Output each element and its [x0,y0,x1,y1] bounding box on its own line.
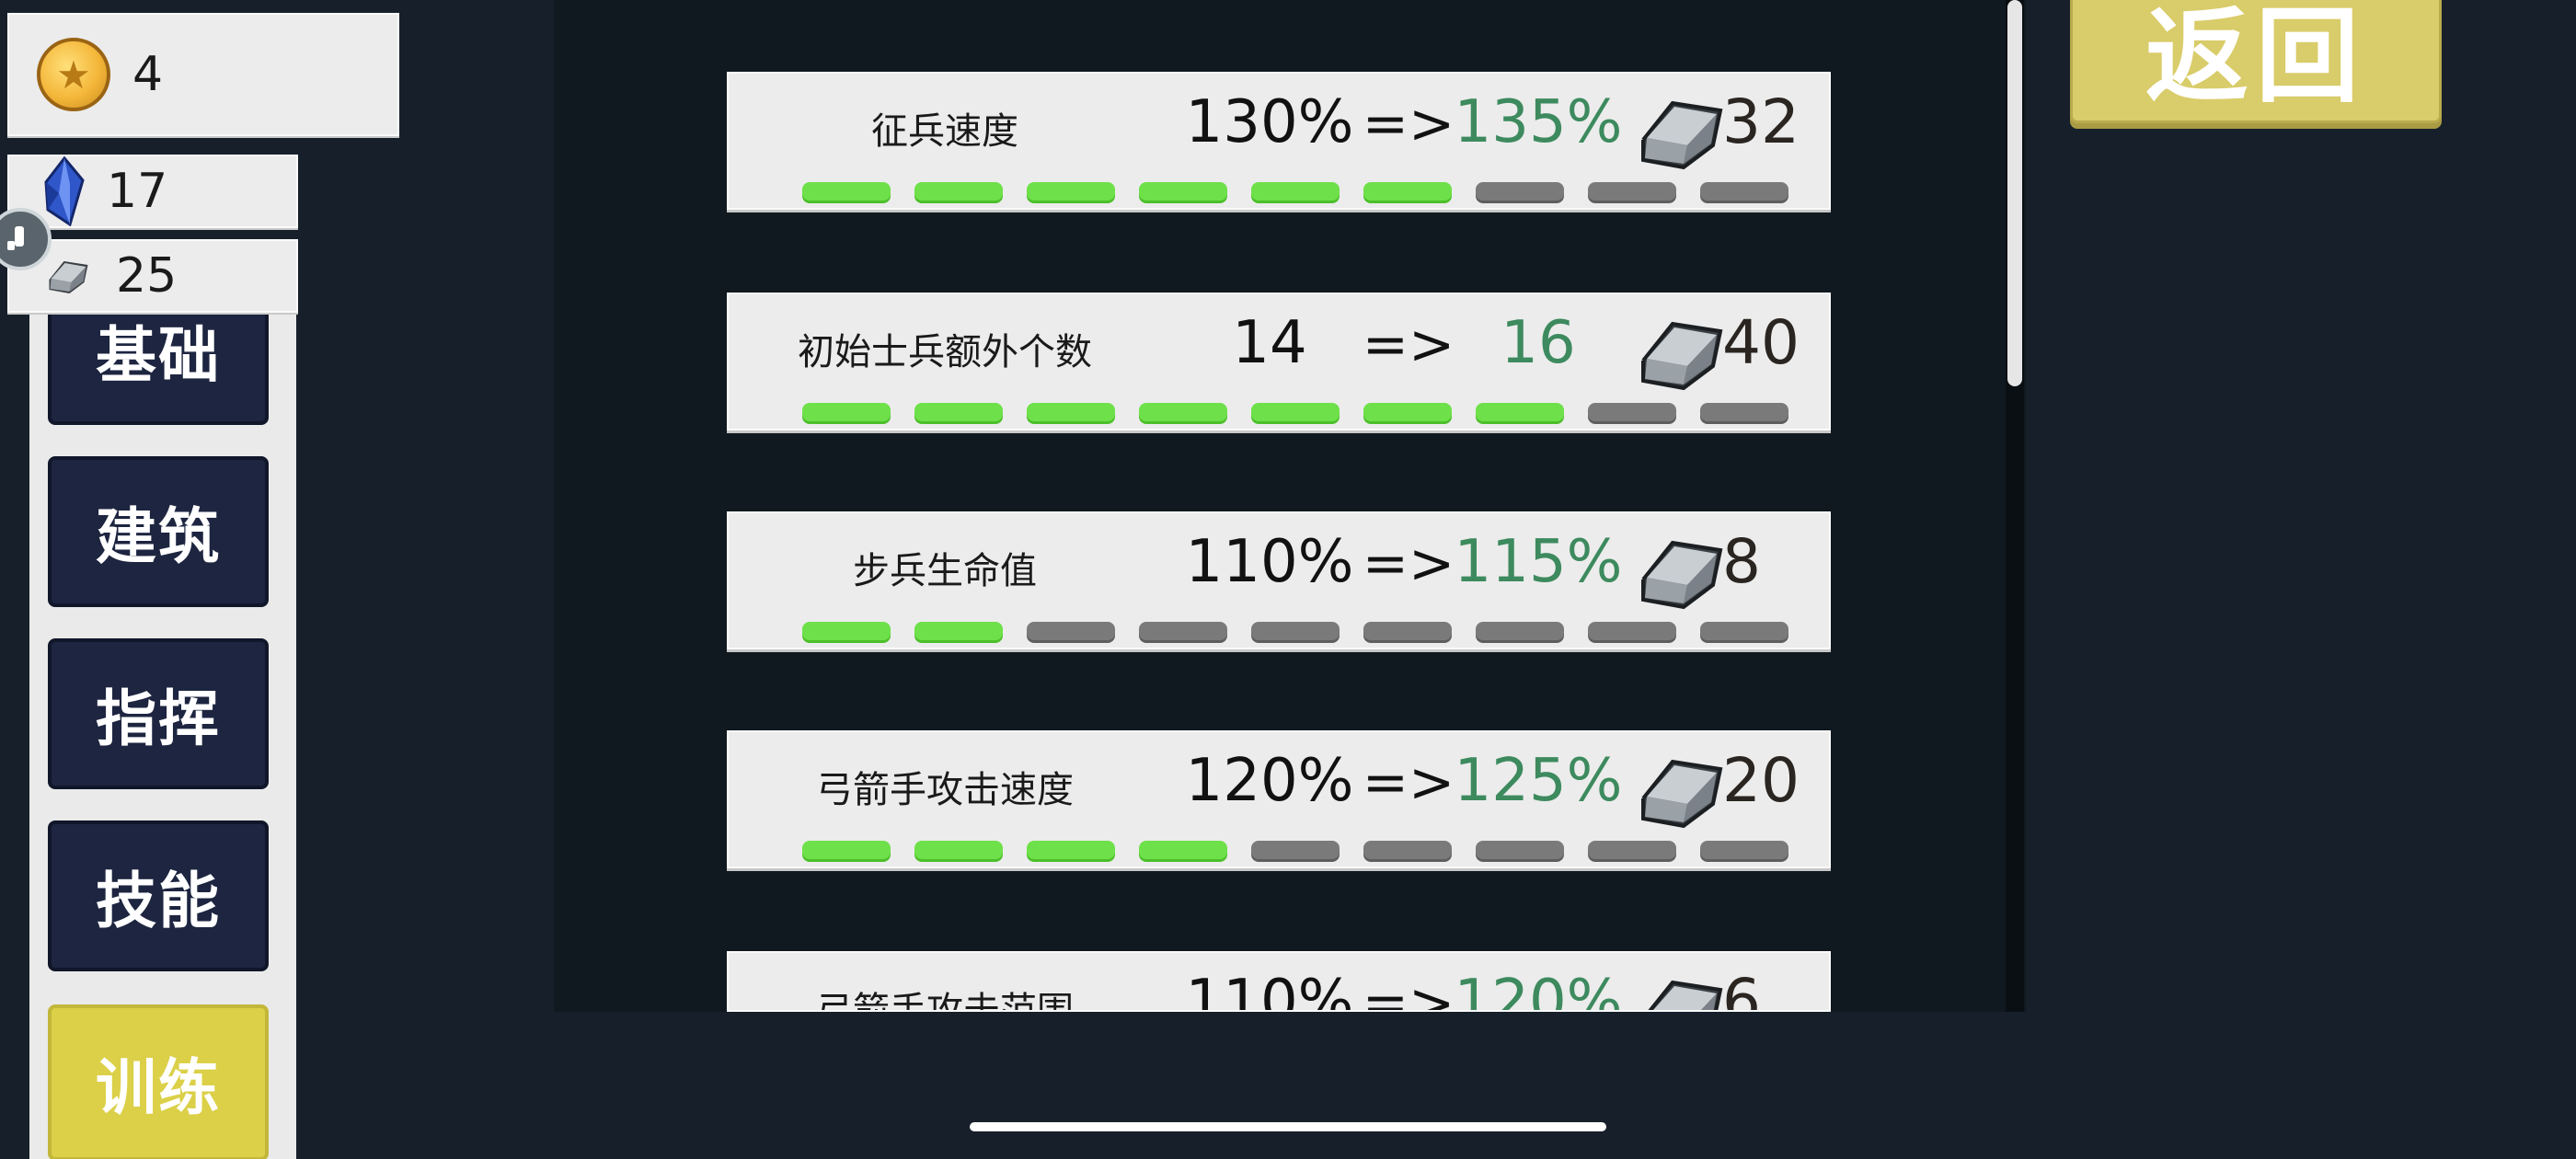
level-pip-filled [914,182,1003,201]
level-pip-empty [1476,182,1564,201]
upgrade-card[interactable]: 步兵生命值 110% => 115% 8 [727,511,1831,649]
upgrade-level-bar [802,622,1788,640]
upgrade-current-value: 120% [1185,747,1354,815]
upgrade-next-value: 16 [1501,309,1576,377]
iron-ingot-icon [1641,321,1723,391]
menu-button-command[interactable]: 指挥 [48,638,269,789]
iron-counter: 25 [7,239,298,313]
level-pip-empty [1363,622,1452,640]
upgrade-name: 步兵生命值 [853,550,1037,592]
upgrade-next-value: 115% [1454,528,1623,596]
level-pip-filled [1139,841,1227,859]
upgrade-card[interactable]: 弓箭手攻击范围 110% => 120% 6 [727,951,1831,1012]
upgrade-name: 征兵速度 [871,110,1018,153]
upgrade-cost: 32 [1722,86,1800,157]
level-pip-empty [1700,841,1788,859]
level-pip-empty [1476,622,1564,640]
level-pip-empty [1588,182,1676,201]
iron-count: 25 [116,248,178,304]
upgrade-current-value: 110% [1185,968,1354,1012]
iron-ingot-icon [1641,540,1723,610]
level-pip-empty [1588,622,1676,640]
upgrade-cost: 8 [1722,526,1761,597]
level-pip-filled [802,622,891,640]
upgrade-level-bar [802,841,1788,859]
level-pip-empty [1700,182,1788,201]
coin-icon: ★ [37,38,110,111]
menu-button-training[interactable]: 训练 [48,1004,269,1159]
level-pip-empty [1363,841,1452,859]
upgrade-next-value: 120% [1454,968,1623,1012]
crystal-count: 17 [107,164,168,219]
level-pip-filled [914,403,1003,421]
menu-button-skill[interactable]: 技能 [48,820,269,971]
level-pip-filled [1251,403,1340,421]
level-pip-filled [1027,182,1115,201]
iron-ingot-icon [1648,980,1723,1010]
level-pip-filled [802,841,891,859]
level-pip-filled [914,841,1003,859]
level-pip-empty [1700,622,1788,640]
level-pip-filled [1476,403,1564,421]
level-pip-empty [1700,403,1788,421]
level-pip-filled [914,622,1003,640]
coin-count: 4 [132,47,164,102]
iron-ingot-icon [1641,100,1723,170]
upgrade-next-value: 125% [1454,747,1623,815]
level-pip-empty [1251,622,1340,640]
upgrade-current-value: 14 [1232,309,1307,377]
upgrade-name: 初始士兵额外个数 [798,331,1092,373]
upgrade-card[interactable]: 弓箭手攻击速度 120% => 125% 20 [727,730,1831,868]
upgrade-card[interactable]: 征兵速度 130% => 135% 32 [727,72,1831,210]
level-pip-empty [1027,622,1115,640]
crystal-counter: 17 [7,155,298,228]
upgrade-cost: 20 [1722,745,1800,816]
upgrade-level-bar [802,182,1788,201]
level-pip-empty [1588,841,1676,859]
level-pip-filled [1027,841,1115,859]
home-indicator[interactable] [970,1122,1606,1131]
level-pip-filled [802,182,891,201]
upgrade-level-bar [802,403,1788,421]
level-pip-filled [1027,403,1115,421]
upgrade-name: 弓箭手攻击范围 [816,990,1074,1012]
upgrade-cost: 6 [1722,966,1761,1012]
level-pip-empty [1139,622,1227,640]
level-pip-empty [1588,403,1676,421]
menu-button-building[interactable]: 建筑 [48,456,269,607]
upgrade-current-value: 130% [1185,88,1354,156]
crystal-icon [44,156,85,226]
upgrade-card[interactable]: 初始士兵额外个数 14 => 16 40 [727,293,1831,430]
bottom-bar-area [0,1012,2576,1159]
level-pip-filled [1251,182,1340,201]
back-button[interactable]: 返回 [2070,0,2442,123]
level-pip-empty [1476,841,1564,859]
level-pip-filled [802,403,891,421]
upgrade-cost: 40 [1722,307,1800,378]
coin-counter: ★ 4 [7,13,399,136]
iron-ingot-icon [49,261,88,293]
level-pip-filled [1139,182,1227,201]
level-pip-filled [1363,182,1452,201]
upgrade-current-value: 110% [1185,528,1354,596]
scrollbar-thumb[interactable] [2007,0,2022,386]
level-pip-filled [1363,403,1452,421]
level-pip-filled [1139,403,1227,421]
upgrade-next-value: 135% [1454,88,1623,156]
iron-ingot-icon [1641,759,1723,829]
gamepad-icon [7,226,24,250]
upgrade-name: 弓箭手攻击速度 [816,769,1074,811]
level-pip-empty [1251,841,1340,859]
